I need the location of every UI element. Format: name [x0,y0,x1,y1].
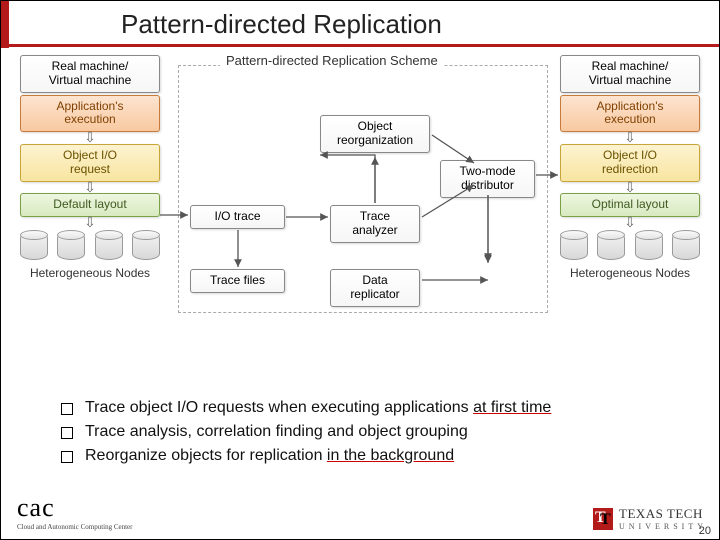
cylinder-icon [560,232,588,260]
diagram: Pattern-directed Replication Scheme Real… [20,55,700,385]
trace-analyzer-box: Traceanalyzer [330,205,420,243]
footer: cac Cloud and Autonomic Computing Center… [17,493,707,531]
left-nodes-label: Heterogeneous Nodes [20,266,160,280]
ttu-mark-icon [593,508,613,530]
data-replicator-box: Datareplicator [330,269,420,307]
right-app-box: Application'sexecution [560,95,700,133]
object-reorg-box: Objectreorganization [320,115,430,153]
bullet-item: Trace object I/O requests when executing… [61,399,679,417]
right-io-box: Object I/Oredirection [560,144,700,182]
right-nodes [560,232,700,260]
slide-title: Pattern-directed Replication [121,9,699,40]
right-column: Real machine/Virtual machine Application… [560,55,700,280]
bullet-emphasis: in the background [327,447,454,464]
io-trace-box: I/O trace [190,205,285,229]
arrow-down-icon: ⇩ [560,133,700,143]
bullet-emphasis: at first time [473,399,551,416]
left-vm-box: Real machine/Virtual machine [20,55,160,93]
left-io-box: Object I/Orequest [20,144,160,182]
bullet-text: Trace analysis, correlation finding and … [85,423,468,440]
ttu-name: TEXAS TECH [619,506,707,522]
arrow-down-icon: ⇩ [20,133,160,143]
arrow-down-icon: ⇩ [560,183,700,193]
bullet-icon [61,427,73,439]
page-number: 20 [699,525,711,537]
arrow-down-icon: ⇩ [20,183,160,193]
cylinder-icon [597,232,625,260]
cylinder-icon [132,232,160,260]
arrow-down-icon: ⇩ [20,218,160,228]
right-vm-box: Real machine/Virtual machine [560,55,700,93]
left-column: Real machine/Virtual machine Application… [20,55,160,280]
distributor-box: Two-modedistributor [440,160,535,198]
cylinder-icon [672,232,700,260]
cylinder-icon [95,232,123,260]
trace-files-box: Trace files [190,269,285,293]
bullet-icon [61,403,73,415]
bullet-item: Trace analysis, correlation finding and … [61,423,679,441]
cylinder-icon [635,232,663,260]
cac-logo: cac Cloud and Autonomic Computing Center [17,493,133,531]
accent-bar [1,1,9,48]
left-nodes [20,232,160,260]
arrow-down-icon: ⇩ [560,218,700,228]
scheme-label: Pattern-directed Replication Scheme [220,53,444,68]
ttu-logo: TEXAS TECH UNIVERSITY [593,506,707,531]
bullet-item: Reorganize objects for replication in th… [61,447,679,465]
ttu-sub: UNIVERSITY [619,522,707,531]
left-app-box: Application'sexecution [20,95,160,133]
cac-subtext: Cloud and Autonomic Computing Center [17,523,133,531]
cylinder-icon [57,232,85,260]
right-nodes-label: Heterogeneous Nodes [560,266,700,280]
bullet-icon [61,451,73,463]
title-bar: Pattern-directed Replication [1,1,719,47]
bullet-text: Reorganize objects for replication [85,447,327,464]
bullet-text: Trace object I/O requests when executing… [85,399,473,416]
bullet-list: Trace object I/O requests when executing… [61,399,679,465]
cylinder-icon [20,232,48,260]
